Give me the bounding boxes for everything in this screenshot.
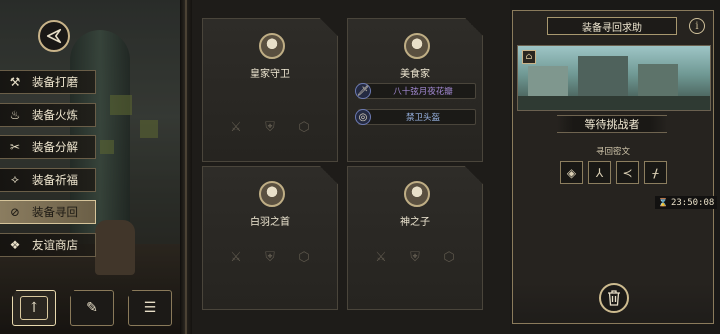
- back-arrow-icon: [46, 28, 62, 44]
- panel-title: 装备寻回求助: [547, 17, 677, 35]
- hero-name: 皇家守卫: [250, 69, 290, 80]
- sidebar-item-label: 装备祈福: [32, 172, 78, 187]
- hero-name: 白羽之首: [250, 217, 290, 228]
- back-button[interactable]: [38, 20, 70, 52]
- weapon-slot-icon[interactable]: ⚔: [371, 247, 391, 267]
- armor-slot-icon[interactable]: ⛨: [260, 117, 280, 137]
- sidebar-item-retrieve[interactable]: ⊘ 装备寻回: [0, 200, 96, 224]
- equip-slots: ⚔ ⛨ ⬡: [348, 247, 482, 267]
- scene-banner: ⌂: [517, 45, 711, 111]
- rune-fork-icon[interactable]: ⅄: [588, 161, 611, 184]
- hero-portrait: [404, 33, 430, 59]
- sidebar-item-label: 装备寻回: [32, 205, 78, 219]
- accessory-slot-icon[interactable]: ⬡: [294, 117, 314, 137]
- hero-name: 美食家: [400, 69, 430, 80]
- hammer-icon: ⚒: [9, 75, 21, 89]
- dagger-icon: 🗡: [355, 83, 371, 99]
- weapon-slot-icon[interactable]: ⚔: [226, 247, 246, 267]
- tab-feather[interactable]: ✎: [70, 290, 114, 326]
- retrieve-panel: 装备寻回求助 i ⌂ 等待挑战者 寻回密文 ◈ ⅄ ≺ ᚋ ⌛ 23:50:08: [512, 10, 718, 324]
- list-icon: ☰: [143, 300, 157, 316]
- hero-name: 神之子: [400, 217, 430, 228]
- hero-card[interactable]: 美食家 🗡 八十弦月夜花瓣 ◎ 禁卫头盔: [347, 18, 483, 162]
- sidebar-item-shop[interactable]: ❖ 友谊商店: [0, 232, 96, 257]
- sidebar-item-label: 友谊商店: [32, 237, 78, 252]
- status-label: 等待挑战者: [557, 115, 667, 133]
- delete-button[interactable]: [599, 283, 629, 313]
- split-icon: ✂: [9, 140, 21, 154]
- hero-portrait: [404, 181, 430, 207]
- info-icon[interactable]: i: [689, 18, 705, 34]
- hero-grid: 皇家守卫 ⚔ ⛨ ⬡ 美食家 🗡 八十弦月夜花瓣 ◎ 禁卫头盔 白羽之首 ⚔ ⛨…: [192, 0, 510, 334]
- timer-text: 23:50:08: [670, 197, 715, 208]
- equip-item[interactable]: 🗡 八十弦月夜花瓣: [355, 83, 476, 99]
- accessory-slot-icon[interactable]: ⬡: [294, 247, 314, 267]
- sidebar-item-bless[interactable]: ⟡ 装备祈福: [0, 167, 96, 192]
- accessory-slot-icon[interactable]: ⬡: [439, 247, 459, 267]
- equip-slots: ⚔ ⛨ ⬡: [203, 117, 337, 137]
- feather-icon: ✎: [86, 300, 98, 316]
- weapon-slot-icon[interactable]: ⚔: [226, 117, 246, 137]
- retrieve-icon: ⊘: [9, 205, 21, 219]
- countdown-timer: ⌛ 23:50:08: [655, 196, 718, 209]
- rune-arrow-icon[interactable]: ≺: [616, 161, 639, 184]
- armor-slot-icon[interactable]: ⛨: [260, 247, 280, 267]
- hero-card[interactable]: 白羽之首 ⚔ ⛨ ⬡: [202, 166, 338, 310]
- hero-card[interactable]: 神之子 ⚔ ⛨ ⬡: [347, 166, 483, 310]
- sidebar-item-label: 装备打磨: [32, 75, 78, 89]
- equip-label: 禁卫头盔: [405, 113, 440, 123]
- rune-row: ◈ ⅄ ≺ ᚋ: [560, 161, 667, 184]
- tab-upload[interactable]: ↑: [12, 290, 56, 326]
- trash-icon: [608, 290, 620, 306]
- rune-title: 寻回密文: [595, 147, 630, 157]
- sidebar-menu: ⚒ 装备打磨 ♨ 装备火炼 ✂ 装备分解 ⟡ 装备祈福 ⊘ 装备寻回 ❖ 友谊商…: [0, 70, 96, 265]
- sidebar-item-fire[interactable]: ♨ 装备火炼: [0, 102, 96, 127]
- bless-icon: ⟡: [11, 172, 19, 186]
- bottom-tab-bar: ↑ ✎ ☰: [12, 290, 172, 326]
- equip-slots: ⚔ ⛨ ⬡: [203, 247, 337, 267]
- armor-slot-icon[interactable]: ⛨: [405, 247, 425, 267]
- hero-card[interactable]: 皇家守卫 ⚔ ⛨ ⬡: [202, 18, 338, 162]
- sidebar-item-polish[interactable]: ⚒ 装备打磨: [0, 70, 96, 94]
- sidebar-item-decompose[interactable]: ✂ 装备分解: [0, 135, 96, 159]
- equip-item[interactable]: ◎ 禁卫头盔: [355, 109, 476, 125]
- upload-icon: ↑: [20, 296, 48, 320]
- hourglass-icon: ⌛: [658, 198, 668, 207]
- sidebar-item-label: 装备分解: [32, 140, 78, 154]
- hero-portrait: [259, 33, 285, 59]
- sidebar-item-label: 装备火炼: [32, 107, 78, 122]
- hero-portrait: [259, 181, 285, 207]
- equip-label: 八十弦月夜花瓣: [393, 87, 453, 97]
- flame-icon: ♨: [9, 107, 21, 122]
- rune-step-icon[interactable]: ᚋ: [644, 161, 667, 184]
- panel-divider: [180, 0, 192, 334]
- rune-diamond-icon[interactable]: ◈: [560, 161, 583, 184]
- tab-list[interactable]: ☰: [128, 290, 172, 326]
- shop-icon: ❖: [9, 237, 21, 252]
- ring-icon: ◎: [355, 109, 371, 125]
- banner-badge-icon: ⌂: [522, 50, 536, 64]
